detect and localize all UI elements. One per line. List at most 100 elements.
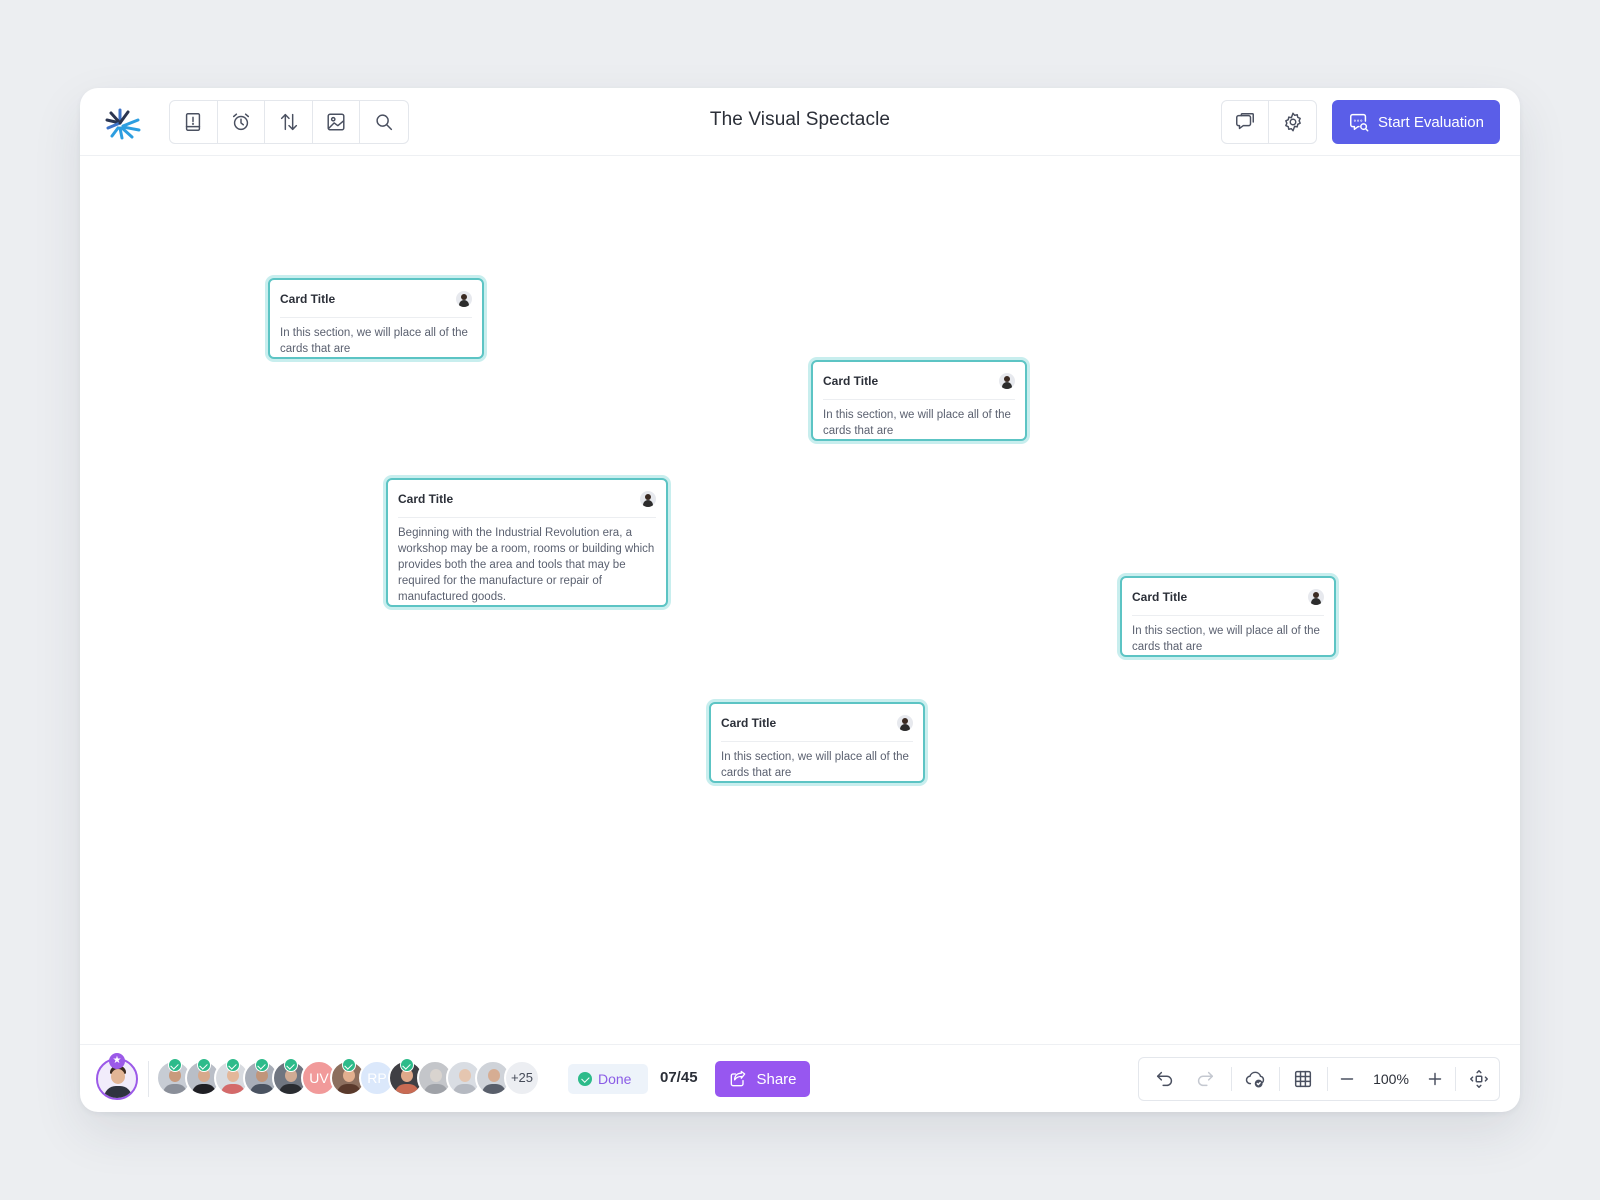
check-icon: [168, 1058, 182, 1072]
card-body: Beginning with the Industrial Revolution…: [398, 527, 655, 603]
timer-button[interactable]: [218, 101, 266, 143]
fit-to-screen-button[interactable]: [1459, 1058, 1499, 1100]
participant-list: UV RP +25: [156, 1058, 556, 1098]
card-body: In this section, we will place all of th…: [280, 327, 468, 355]
avatar-body: [279, 1084, 303, 1094]
card-header: Card Title: [721, 712, 913, 742]
zoom-toolbar: 100%: [1138, 1057, 1500, 1101]
zoom-out-button[interactable]: [1331, 1058, 1363, 1100]
sort-button[interactable]: [265, 101, 313, 143]
card-title: Card Title: [823, 374, 879, 388]
avatar-head: [459, 1069, 471, 1082]
redo-button[interactable]: [1187, 1058, 1223, 1100]
card-header: Card Title: [280, 288, 472, 318]
cloud-save-button[interactable]: [1235, 1058, 1275, 1100]
check-icon: [284, 1058, 298, 1072]
avatar[interactable]: [640, 491, 656, 507]
divider: [1327, 1067, 1328, 1091]
divider: [1231, 1067, 1232, 1091]
card[interactable]: Card Title In this section, we will plac…: [709, 702, 925, 783]
card[interactable]: Card Title In this section, we will plac…: [1120, 576, 1336, 657]
app-window: The Visual Spectacle Start Evaluation Ca…: [80, 88, 1520, 1112]
check-icon: [400, 1058, 414, 1072]
zoom-in-button[interactable]: [1419, 1058, 1451, 1100]
gear-icon: [1284, 112, 1301, 132]
card[interactable]: Card Title Beginning with the Industrial…: [386, 478, 668, 607]
zoom-level[interactable]: 100%: [1365, 1058, 1417, 1100]
alarm-clock-icon: [232, 113, 249, 131]
start-evaluation-button[interactable]: Start Evaluation: [1332, 100, 1500, 144]
chat-bubble-icon: [1236, 113, 1254, 130]
right-tool-group: [1221, 100, 1317, 144]
redo-icon: [1197, 1071, 1214, 1087]
plus-icon: [1428, 1072, 1442, 1086]
card-header: Card Title: [398, 488, 656, 518]
cloud-check-icon: [1245, 1071, 1265, 1088]
tool-group: [169, 100, 409, 144]
settings-button[interactable]: [1269, 101, 1316, 143]
status-badge[interactable]: Done: [568, 1064, 648, 1094]
avatar-head: [430, 1069, 442, 1082]
zoom-value: 100%: [1373, 1071, 1409, 1087]
check-icon: [255, 1058, 269, 1072]
avatar-body: [192, 1084, 216, 1094]
divider: [1279, 1067, 1280, 1091]
grid-button[interactable]: [1283, 1058, 1323, 1100]
card-header: Card Title: [823, 370, 1015, 400]
grid-icon: [1294, 1070, 1312, 1088]
avatar-body: [163, 1084, 187, 1094]
share-button[interactable]: Share: [715, 1061, 810, 1097]
search-button[interactable]: [360, 101, 408, 143]
card[interactable]: Card Title In this section, we will plac…: [811, 360, 1027, 441]
check-icon: [226, 1058, 240, 1072]
undo-icon: [1156, 1071, 1173, 1087]
avatar-body: [424, 1084, 448, 1094]
divider: [148, 1061, 149, 1097]
guide-button[interactable]: [170, 101, 218, 143]
check-circle-icon: [578, 1072, 592, 1086]
avatar[interactable]: [897, 715, 913, 731]
image-button[interactable]: [313, 101, 361, 143]
card-body: In this section, we will place all of th…: [1132, 625, 1320, 653]
avatar-head: [111, 1069, 125, 1084]
comments-button[interactable]: [1222, 101, 1270, 143]
avatar-body: [482, 1084, 506, 1094]
card-title: Card Title: [721, 716, 777, 730]
avatar-body: [337, 1084, 361, 1094]
page-title: The Visual Spectacle: [709, 109, 891, 130]
check-icon: [342, 1058, 356, 1072]
card-body: In this section, we will place all of th…: [823, 409, 1011, 437]
chat-search-icon: [1350, 113, 1369, 132]
avatar-body: [221, 1084, 245, 1094]
share-label: Share: [756, 1070, 797, 1088]
avatar[interactable]: [999, 373, 1015, 389]
bottom-toolbar: ★ UV RP +25 Done 07/45 Share 100%: [80, 1044, 1520, 1112]
sort-arrows-icon: [280, 113, 297, 131]
avatar-body: [104, 1086, 132, 1098]
undo-button[interactable]: [1147, 1058, 1183, 1100]
card-title: Card Title: [1132, 590, 1188, 604]
share-icon: [731, 1070, 746, 1087]
top-toolbar: The Visual Spectacle Start Evaluation: [80, 88, 1520, 156]
logo-burst-icon[interactable]: [98, 106, 144, 140]
avatar-body: [250, 1084, 274, 1094]
card[interactable]: Card Title In this section, we will plac…: [268, 278, 484, 359]
search-icon: [376, 114, 393, 131]
avatar-body: [395, 1084, 419, 1094]
avatar[interactable]: [456, 291, 472, 307]
minus-icon: [1340, 1078, 1354, 1080]
star-icon: ★: [109, 1053, 125, 1069]
book-alert-icon: [186, 113, 201, 131]
card-title: Card Title: [280, 292, 336, 306]
status-label: Done: [598, 1071, 632, 1087]
check-icon: [197, 1058, 211, 1072]
progress-count: 07/45: [660, 1069, 698, 1086]
card-title: Card Title: [398, 492, 454, 506]
start-evaluation-label: Start Evaluation: [1378, 113, 1484, 131]
avatar-head: [488, 1069, 500, 1082]
card-header: Card Title: [1132, 586, 1324, 616]
avatar[interactable]: [1308, 589, 1324, 605]
more-participants-badge[interactable]: +25: [504, 1060, 540, 1096]
avatar-body: [453, 1084, 477, 1094]
image-icon: [327, 113, 345, 131]
